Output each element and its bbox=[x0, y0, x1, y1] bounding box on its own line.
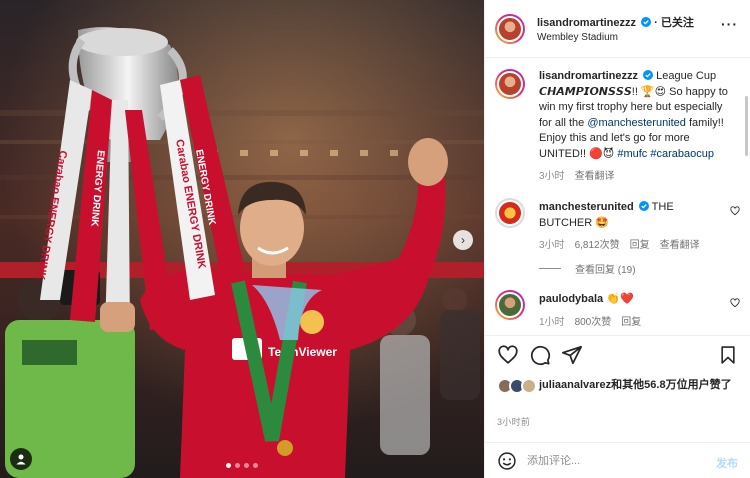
emoji-icon[interactable] bbox=[497, 451, 517, 471]
carousel-next-button[interactable]: › bbox=[453, 230, 473, 250]
comment-time: 3小时 bbox=[539, 240, 565, 251]
comments-list: lisandromartinezzz League Cup 𝘾𝙃𝘼𝙈𝙋𝙄𝙊𝙉𝙎𝙎… bbox=[485, 59, 750, 335]
comment-text: manchesterunited THE BUTCHER 🤩 bbox=[539, 200, 728, 231]
commenter-avatar[interactable] bbox=[495, 290, 525, 320]
commenter-avatar[interactable] bbox=[495, 198, 525, 228]
caption-username[interactable]: lisandromartinezzz bbox=[539, 70, 638, 82]
post-media[interactable]: TeamViewer Carabao ENERGY DRINK Carabao … bbox=[0, 0, 484, 478]
post-header: lisandromartinezzz · 已关注 Wembley Stadium… bbox=[485, 0, 750, 58]
author-avatar[interactable] bbox=[495, 13, 525, 44]
likes-summary: juliaanalvarez和其他56.8万位用户赞了 bbox=[497, 378, 738, 394]
commenter-username[interactable]: manchesterunited bbox=[539, 201, 634, 213]
carousel-dot bbox=[244, 463, 249, 468]
heart-icon[interactable] bbox=[497, 344, 519, 366]
replies-divider bbox=[539, 268, 561, 269]
post-location[interactable]: Wembley Stadium bbox=[537, 32, 694, 43]
caption-meta: 3小时 查看翻译 bbox=[539, 167, 728, 182]
likes-text: juliaanalvarez和其他56.8万位用户赞了 bbox=[539, 378, 732, 394]
comment-likes-count[interactable]: 800次赞 bbox=[575, 313, 612, 328]
user-tag-icon bbox=[16, 454, 26, 465]
comments-scrollbar[interactable] bbox=[745, 96, 748, 156]
caption-author-avatar[interactable] bbox=[495, 69, 525, 99]
carousel-dot-active bbox=[226, 463, 231, 468]
comment-like-heart-icon[interactable] bbox=[730, 298, 740, 308]
verified-badge-icon bbox=[641, 17, 652, 27]
reply-button[interactable]: 回复 bbox=[621, 313, 641, 328]
caption-text: lisandromartinezzz League Cup 𝘾𝙃𝘼𝙈𝙋𝙄𝙊𝙉𝙎𝙎… bbox=[539, 69, 728, 162]
post-detail-panel: lisandromartinezzz · 已关注 Wembley Stadium… bbox=[484, 0, 750, 478]
comment-body: 👏❤️ bbox=[606, 293, 634, 305]
mention-link[interactable]: @manchesterunited bbox=[587, 117, 686, 129]
comment-input[interactable] bbox=[527, 454, 677, 467]
photo-lisandro-trophy: TeamViewer Carabao ENERGY DRINK Carabao … bbox=[0, 0, 484, 478]
carousel-dot bbox=[235, 463, 240, 468]
author-username[interactable]: lisandromartinezzz bbox=[537, 17, 636, 29]
comment-item: manchesterunited THE BUTCHER 🤩 3小时 6,812… bbox=[485, 182, 750, 276]
comment-time: 1小时 bbox=[539, 316, 565, 328]
likes-count-link[interactable]: 和其他56.8万位用户赞了 bbox=[611, 379, 731, 391]
verified-badge-icon bbox=[638, 201, 649, 211]
translate-button[interactable]: 查看翻译 bbox=[575, 167, 615, 182]
reply-button[interactable]: 回复 bbox=[630, 236, 650, 251]
carousel-indicator bbox=[226, 463, 258, 468]
view-replies-label: 查看回复 (19) bbox=[575, 265, 636, 276]
hashtag-carabaocup[interactable]: #carabaocup bbox=[650, 148, 714, 160]
comment-icon[interactable] bbox=[529, 344, 551, 366]
post-timestamp[interactable]: 3小时前 bbox=[497, 415, 530, 428]
caption-bold: 𝘾𝙃𝘼𝙈𝙋𝙄𝙊𝙉𝙎𝙎𝙎 bbox=[539, 85, 632, 98]
chevron-right-icon: › bbox=[461, 233, 465, 247]
commenter-username[interactable]: paulodybala bbox=[539, 293, 603, 305]
comment-composer: 发布 bbox=[485, 442, 750, 478]
more-horizontal-icon[interactable]: ··· bbox=[721, 16, 738, 32]
comment-like-heart-icon[interactable] bbox=[730, 206, 740, 216]
caption-time: 3小时 bbox=[539, 171, 565, 182]
instagram-post-window: TeamViewer Carabao ENERGY DRINK Carabao … bbox=[0, 0, 750, 478]
share-icon[interactable] bbox=[561, 344, 583, 366]
liker-username[interactable]: juliaanalvarez bbox=[539, 379, 611, 391]
hashtag-mufc[interactable]: #mufc bbox=[617, 148, 647, 160]
comment-meta: 1小时 800次赞 回复 bbox=[539, 313, 728, 328]
action-bar bbox=[485, 335, 750, 373]
translate-button[interactable]: 查看翻译 bbox=[660, 236, 700, 251]
follow-status[interactable]: · 已关注 bbox=[654, 17, 694, 29]
tagged-users-button[interactable] bbox=[10, 448, 32, 470]
svg-text:TeamViewer: TeamViewer bbox=[268, 345, 337, 359]
author-block: lisandromartinezzz · 已关注 Wembley Stadium bbox=[537, 14, 694, 43]
comment-text: paulodybala 👏❤️ bbox=[539, 292, 728, 308]
caption: lisandromartinezzz League Cup 𝘾𝙃𝘼𝙈𝙋𝙄𝙊𝙉𝙎𝙎… bbox=[485, 59, 750, 182]
caption-part-1: League Cup bbox=[656, 70, 717, 82]
comment-likes-count[interactable]: 6,812次赞 bbox=[575, 236, 620, 251]
liker-avatar bbox=[521, 378, 537, 394]
bookmark-icon[interactable] bbox=[718, 345, 738, 365]
liker-avatars[interactable] bbox=[497, 378, 539, 394]
comment-item: paulodybala 👏❤️ 1小时 800次赞 回复 bbox=[485, 276, 750, 328]
post-comment-button[interactable]: 发布 bbox=[716, 455, 738, 471]
verified-badge-icon bbox=[643, 70, 654, 80]
carousel-dot bbox=[253, 463, 258, 468]
comment-meta: 3小时 6,812次赞 回复 查看翻译 bbox=[539, 236, 728, 251]
view-replies-button[interactable]: 查看回复 (19) bbox=[539, 261, 728, 276]
